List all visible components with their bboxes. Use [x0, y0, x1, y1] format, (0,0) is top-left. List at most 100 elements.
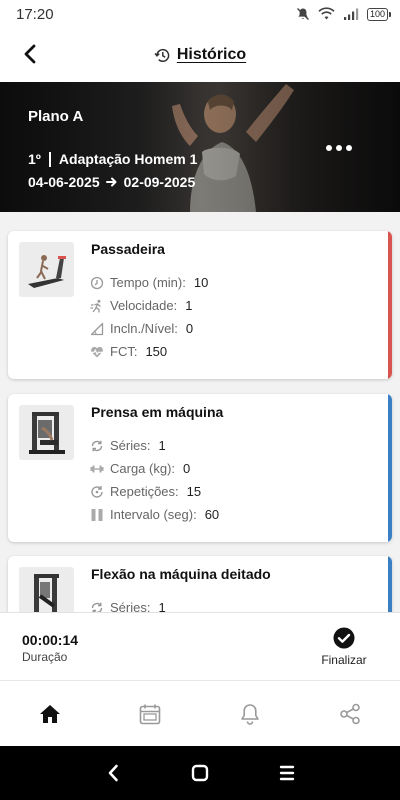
metric-label: Séries:: [110, 438, 151, 453]
metric-row: Séries: 1: [90, 438, 166, 453]
battery-icon: 100: [366, 7, 392, 21]
timer-label: Duração: [22, 650, 68, 664]
metric-row: FCT: 150: [90, 344, 167, 359]
metric-label: Tempo (min):: [110, 275, 186, 290]
metric-row: Incln./Nível: 0: [90, 321, 193, 336]
wifi-icon: [318, 7, 335, 20]
metric-value: 15: [186, 484, 202, 499]
workout-timer: 00:00:14: [22, 632, 79, 648]
phase-name: Adaptação Homem 1: [58, 151, 198, 167]
status-bar: 17:20 100: [0, 0, 400, 28]
finish-workout-button[interactable]: Finalizar: [316, 627, 372, 671]
signal-icon: [343, 8, 359, 20]
check-circle-icon: [333, 627, 355, 649]
metric-label: Repetições:: [110, 484, 179, 499]
exercise-card[interactable]: Prensa em máquina Séries: 1 Carga (kg): …: [8, 394, 392, 542]
metric-value: 1: [185, 298, 193, 313]
exercise-thumbnail: [19, 405, 74, 460]
chevron-left-icon: [109, 764, 119, 782]
metric-value: 0: [185, 321, 194, 336]
system-recents-button[interactable]: [272, 758, 302, 788]
nav-calendar[interactable]: [100, 681, 200, 746]
repeat-icon: [90, 439, 104, 453]
mute-bell-icon: [296, 8, 309, 20]
bottom-navigation: [0, 680, 400, 746]
plan-dates: 04-06-2025 02-09-2025: [28, 174, 195, 190]
finish-label: Finalizar: [321, 653, 367, 667]
clock-icon: [90, 276, 104, 290]
plan-banner: Plano A 1º Adaptação Homem 1 04-06-2025 …: [0, 82, 400, 212]
exercise-name: Flexão na máquina deitado: [91, 566, 271, 582]
bell-icon: [241, 703, 259, 725]
dot: [346, 145, 352, 151]
history-icon: [154, 48, 170, 62]
nav-share[interactable]: [300, 681, 400, 746]
menu-lines-icon: [279, 765, 294, 781]
nav-home[interactable]: [0, 681, 100, 746]
more-options-button[interactable]: [322, 138, 356, 158]
back-button[interactable]: [16, 40, 44, 68]
end-date: 02-09-2025: [123, 174, 196, 190]
metric-row: Velocidade: 1: [90, 298, 192, 313]
phase-number: 1º: [28, 151, 41, 167]
share-icon: [340, 703, 360, 724]
repeat-icon: [90, 601, 104, 612]
leg-curl-machine-icon: [28, 573, 65, 612]
metric-row: Séries: 1: [90, 600, 166, 612]
exercise-list[interactable]: Passadeira Tempo (min): 10 Velocidade: 1…: [0, 212, 400, 612]
leg-press-machine-icon: [28, 411, 65, 454]
plan-phase: 1º Adaptação Homem 1: [28, 151, 197, 167]
arrow-right-icon: [105, 177, 117, 187]
dot: [326, 145, 332, 151]
dumbbell-icon: [90, 462, 104, 476]
exercise-card[interactable]: Flexão na máquina deitado Séries: 1: [8, 556, 392, 612]
card-accent-bar: [388, 231, 392, 379]
heartbeat-icon: [90, 345, 104, 359]
exercise-card[interactable]: Passadeira Tempo (min): 10 Velocidade: 1…: [8, 231, 392, 379]
card-accent-bar: [388, 556, 392, 612]
phase-divider: [48, 151, 51, 167]
workout-status-bar: 00:00:14 Duração Finalizar: [0, 612, 400, 680]
nav-notifications[interactable]: [200, 681, 300, 746]
metric-label: Velocidade:: [110, 298, 178, 313]
exercise-thumbnail: [19, 242, 74, 297]
home-icon: [40, 704, 60, 723]
reps-icon: [90, 485, 104, 499]
metric-label: Incln./Nível:: [110, 321, 178, 336]
start-date: 04-06-2025: [28, 174, 100, 190]
metric-label: Intervalo (seg):: [110, 507, 197, 522]
status-time: 17:20: [16, 5, 54, 23]
metric-label: FCT:: [110, 344, 138, 359]
incline-icon: [90, 322, 104, 336]
back-arrow-icon: [24, 44, 36, 64]
system-back-button[interactable]: [98, 758, 128, 788]
metric-label: Carga (kg):: [110, 461, 176, 476]
square-icon: [191, 764, 209, 782]
metric-value: 150: [145, 344, 168, 359]
status-icons: 100: [296, 7, 392, 21]
metric-row: Carga (kg): 0: [90, 461, 190, 476]
calendar-icon: [139, 704, 161, 724]
metric-row: Intervalo (seg): 60: [90, 507, 219, 522]
pause-icon: [90, 508, 104, 522]
metric-value: 1: [158, 600, 166, 612]
metric-row: Repetições: 15: [90, 484, 201, 499]
metric-label: Séries:: [110, 600, 151, 612]
metric-value: 60: [204, 507, 220, 522]
plan-name: Plano A: [28, 108, 84, 125]
metric-row: Tempo (min): 10: [90, 275, 208, 290]
exercise-name: Passadeira: [91, 241, 165, 257]
system-navigation: [0, 746, 400, 800]
dot: [336, 145, 342, 151]
running-icon: [90, 299, 104, 313]
treadmill-icon: [27, 254, 66, 288]
metric-value: 10: [193, 275, 209, 290]
metric-value: 1: [158, 438, 166, 453]
page-title: Histórico: [154, 46, 246, 64]
metric-value: 0: [183, 461, 191, 476]
battery-level: 100: [369, 8, 385, 19]
card-accent-bar: [388, 394, 392, 542]
system-home-button[interactable]: [185, 758, 215, 788]
page-title-text: Histórico: [176, 46, 247, 63]
exercise-name: Prensa em máquina: [91, 404, 224, 420]
